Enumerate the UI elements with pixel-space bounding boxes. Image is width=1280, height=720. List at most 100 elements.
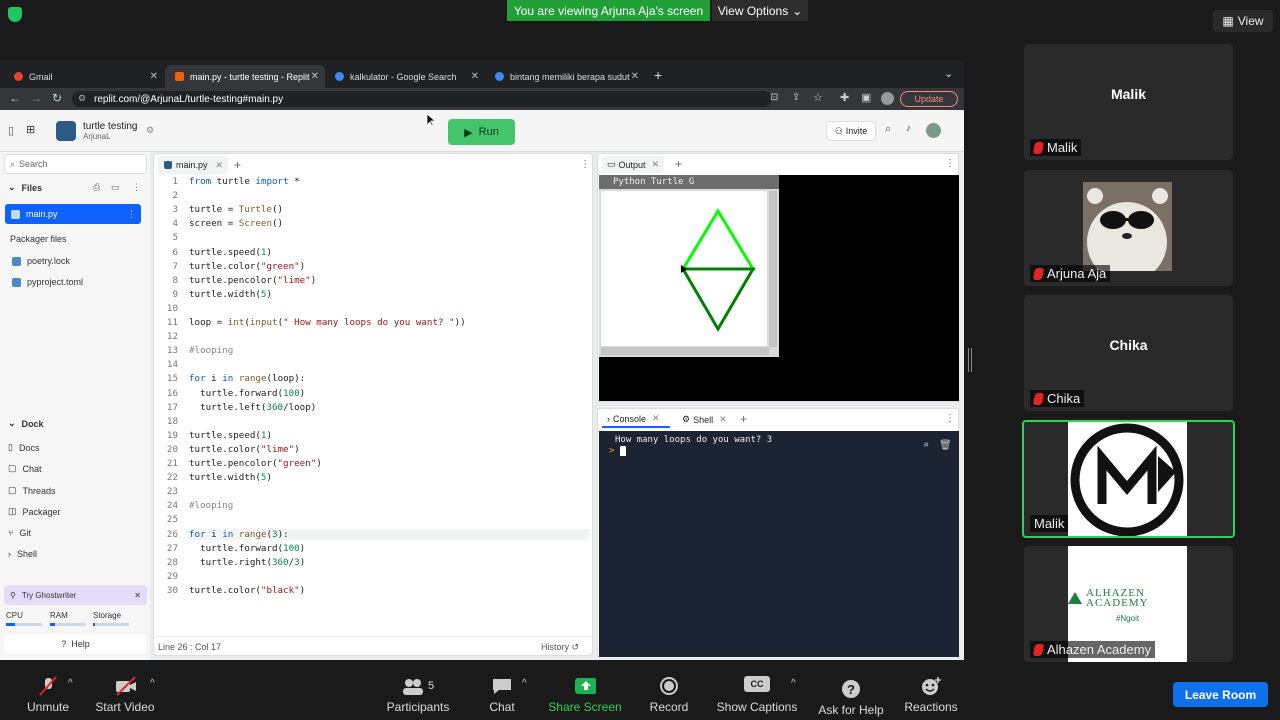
editor-tab-main-py[interactable]: main.py ✕: [158, 156, 228, 174]
chevron-down-icon[interactable]: ⌄: [944, 67, 953, 80]
tab-replit[interactable]: main.py - turtle testing - Replit ✕: [165, 65, 325, 88]
trash-icon[interactable]: 🗑: [939, 440, 952, 451]
start-video-button[interactable]: Start Video: [92, 666, 158, 720]
new-folder-icon[interactable]: ▭: [111, 182, 120, 193]
leave-room-button[interactable]: Leave Room: [1173, 682, 1268, 707]
files-section[interactable]: ⌄ Files: [8, 182, 42, 193]
console-output[interactable]: How many loops do you want? 3 > ⌕ 🗑: [599, 431, 959, 657]
extensions-icon[interactable]: ✚: [840, 91, 849, 104]
tab-google-search[interactable]: kalkulator - Google Search ✕: [325, 65, 485, 88]
show-captions-button[interactable]: CC Show Captions: [713, 666, 801, 720]
code-line[interactable]: turtle.color("green"): [189, 261, 305, 272]
vnc-canvas[interactable]: Python Turtle G: [599, 175, 959, 401]
code-line[interactable]: #looping: [189, 500, 233, 511]
more-icon[interactable]: ⋮: [945, 158, 955, 169]
close-icon[interactable]: ✕: [652, 159, 660, 170]
close-icon[interactable]: ✕: [652, 413, 660, 424]
forward-icon[interactable]: →: [30, 91, 42, 105]
participant-tile[interactable]: Chika Chika: [1024, 295, 1233, 411]
tab-output[interactable]: ▭ Output ✕: [602, 156, 664, 173]
code-line[interactable]: turtle = Turtle(): [189, 204, 283, 215]
site-info-icon[interactable]: ⚙: [78, 93, 86, 104]
side-panel-icon[interactable]: ▣: [861, 91, 871, 104]
new-tab-icon[interactable]: +: [654, 67, 662, 83]
ghostwriter-banner[interactable]: ⚲ Try Ghostwriter ✕: [4, 585, 147, 605]
chevron-up-icon[interactable]: ^: [791, 678, 796, 689]
more-icon[interactable]: ⋮: [127, 209, 136, 220]
participant-tile-active-speaker[interactable]: Malik: [1022, 420, 1235, 538]
code-line[interactable]: turtle.right(360/3): [189, 557, 305, 568]
settings-icon[interactable]: ⚙: [146, 125, 154, 136]
record-button[interactable]: Record: [645, 666, 693, 720]
code-editor[interactable]: main.py ✕ + ⋮ 1 from turtle import * 2 3 turt…: [153, 153, 593, 656]
code-line[interactable]: for i in range(loop):: [189, 373, 305, 384]
sidebar-toggle-icon[interactable]: ▯: [8, 124, 14, 137]
code-line[interactable]: loop = int(input(" How many loops do you…: [189, 317, 466, 328]
code-line[interactable]: turtle.left(360/loop): [189, 402, 316, 413]
bell-icon[interactable]: ♪: [906, 123, 911, 134]
view-options-button[interactable]: View Options ⌄: [712, 0, 808, 21]
close-icon[interactable]: ✕: [631, 71, 639, 82]
install-icon[interactable]: ⊡: [770, 92, 778, 103]
dock-item-docs[interactable]: ▯ Docs: [8, 442, 39, 453]
tab-gmail[interactable]: Gmail ✕: [4, 65, 164, 88]
share-screen-button[interactable]: Share Screen: [546, 666, 624, 720]
close-icon[interactable]: ✕: [471, 71, 479, 82]
chevron-up-icon[interactable]: ^: [68, 678, 73, 689]
invite-button[interactable]: ⚇ Invite: [826, 121, 876, 141]
code-line[interactable]: from turtle import *: [189, 176, 300, 187]
ask-for-help-button[interactable]: ? Ask for Help: [815, 666, 887, 720]
code-line[interactable]: turtle.pencolor("lime"): [189, 275, 316, 286]
dock-item-git[interactable]: ⑂ Git: [8, 528, 31, 538]
dock-item-shell[interactable]: › Shell: [8, 549, 37, 559]
code-line[interactable]: for i in range(3):: [189, 528, 589, 540]
file-pyproject-toml[interactable]: pyproject.toml: [12, 277, 83, 287]
code-line[interactable]: turtle.width(5): [189, 289, 272, 300]
update-button[interactable]: Update: [900, 91, 958, 107]
participant-tile[interactable]: Arjuna Aja: [1024, 170, 1233, 286]
search-input[interactable]: ⌕ Search: [4, 154, 147, 174]
gallery-resize-handle[interactable]: [968, 348, 972, 372]
dock-item-threads[interactable]: ▢ Threads: [8, 485, 56, 496]
url-field[interactable]: ⚙ replit.com/@ArjunaL/turtle-testing#main…: [72, 91, 772, 107]
back-icon[interactable]: ←: [9, 91, 21, 105]
code-line[interactable]: turtle.color("lime"): [189, 444, 300, 455]
help-button[interactable]: ? Help: [4, 634, 147, 654]
shield-icon[interactable]: [8, 7, 22, 22]
close-icon[interactable]: ✕: [216, 160, 224, 171]
close-icon[interactable]: ✕: [150, 71, 158, 82]
code-line[interactable]: screen = Screen(): [189, 218, 283, 229]
code-line[interactable]: turtle.color("black"): [189, 585, 305, 596]
search-icon[interactable]: ⌕: [885, 123, 891, 136]
history-button[interactable]: History ↺: [541, 642, 579, 653]
dock-item-packager[interactable]: ◫ Packager: [8, 506, 61, 517]
unmute-button[interactable]: Unmute: [22, 666, 74, 720]
code-line[interactable]: turtle.pencolor("green"): [189, 458, 322, 469]
more-icon[interactable]: ⋮: [132, 182, 141, 193]
view-button[interactable]: ▦ View: [1213, 10, 1273, 32]
turtle-window[interactable]: Python Turtle G: [599, 175, 779, 357]
vertical-scrollbar[interactable]: [769, 191, 777, 347]
avatar[interactable]: [926, 123, 941, 138]
bookmark-star-icon[interactable]: ☆: [813, 91, 823, 104]
file-main-py[interactable]: main.py ⋮: [5, 204, 141, 224]
profile-avatar[interactable]: [881, 92, 894, 105]
file-poetry-lock[interactable]: poetry.lock: [12, 256, 70, 266]
code-line[interactable]: turtle.forward(100): [189, 543, 305, 554]
participants-button[interactable]: 5 Participants: [382, 666, 454, 720]
close-icon[interactable]: ✕: [311, 71, 319, 82]
tab-bintang[interactable]: bintang memiliki berapa sudut ✕: [485, 65, 645, 88]
horizontal-scrollbar[interactable]: [601, 347, 769, 355]
reload-icon[interactable]: ↻: [52, 91, 62, 105]
code-line[interactable]: turtle.width(5): [189, 472, 272, 483]
more-icon[interactable]: ⋮: [580, 159, 590, 170]
participant-tile[interactable]: Malik Malik: [1024, 44, 1233, 160]
reactions-button[interactable]: Reactions: [902, 666, 960, 720]
new-file-icon[interactable]: ⎙: [93, 182, 100, 193]
project-owner[interactable]: ArjunaL: [83, 132, 111, 141]
chevron-up-icon[interactable]: ^: [522, 678, 527, 689]
dock-section[interactable]: ⌄ Dock: [8, 418, 44, 429]
code-line[interactable]: #looping: [189, 345, 233, 356]
close-icon[interactable]: ✕: [134, 591, 141, 600]
more-icon[interactable]: ⋮: [945, 413, 955, 424]
